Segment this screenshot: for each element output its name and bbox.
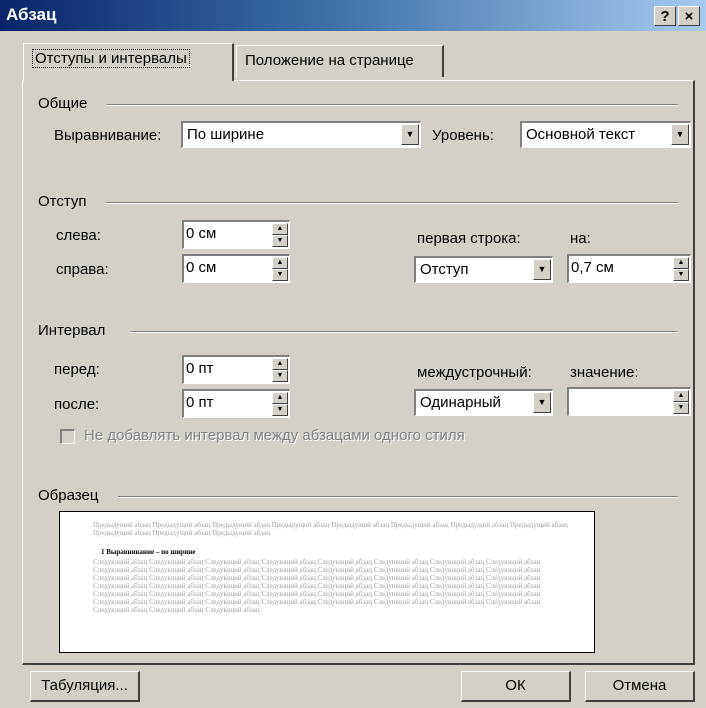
indent-right-label: справа: (56, 261, 109, 278)
title-bar: Абзац ? × (0, 0, 706, 31)
tab-indents-spacing-label: Отступы и интервалы (32, 49, 190, 68)
chevron-down-icon[interactable]: ▼ (533, 392, 551, 413)
spin-down-icon[interactable]: ▼ (272, 404, 288, 416)
level-label: Уровень: (432, 127, 494, 144)
first-line-label: первая строка: (417, 230, 521, 247)
line-spacing-select[interactable]: Одинарный ▼ (414, 389, 553, 416)
indent-divider (106, 202, 678, 204)
alignment-value: По ширине (187, 126, 265, 143)
alignment-select[interactable]: По ширине ▼ (181, 121, 421, 148)
preview-group-label: Образец (38, 487, 99, 504)
before-label: перед: (54, 361, 100, 378)
line-spacing-value: Одинарный (420, 394, 501, 411)
spin-up-icon[interactable]: ▲ (673, 390, 689, 402)
spin-up-icon[interactable]: ▲ (272, 358, 288, 370)
ok-button[interactable]: ОК (461, 671, 571, 702)
after-label: после: (54, 396, 100, 413)
first-line-value: Отступ (420, 261, 469, 278)
preview-previous-text: Предыдущий абзац Предыдущий абзац Предыд… (93, 521, 568, 537)
general-group-label: Общие (38, 95, 88, 112)
tabs-button[interactable]: Табуляция... (30, 671, 140, 702)
level-value: Основной текст (526, 126, 636, 143)
spin-up-icon[interactable]: ▲ (272, 223, 288, 235)
spacing-divider (130, 331, 678, 333)
level-select[interactable]: Основной текст ▼ (520, 121, 691, 148)
preview-next-text: Следующий абзац Следующий абзац Следующи… (93, 558, 541, 614)
indent-group-label: Отступ (38, 193, 87, 210)
spin-down-icon[interactable]: ▼ (272, 370, 288, 382)
by-spinner[interactable]: 0,7 см ▲ ▼ (567, 254, 691, 283)
spacing-group-label: Интервал (38, 322, 106, 339)
preview-divider (118, 496, 678, 498)
by-value: 0,7 см (571, 259, 614, 276)
indent-right-spinner[interactable]: 0 см ▲ ▼ (182, 254, 290, 283)
preview-box: Предыдущий абзац Предыдущий абзац Предыд… (59, 511, 595, 653)
indent-left-spinner[interactable]: 0 см ▲ ▼ (182, 220, 290, 249)
window-title: Абзац (6, 5, 57, 24)
preview-current-text: 1 Выравнивание – по ширине (101, 548, 196, 556)
spin-down-icon[interactable]: ▼ (272, 269, 288, 281)
same-style-label: Не добавлять интервал между абзацами одн… (84, 427, 465, 444)
after-spinner[interactable]: 0 пт ▲ ▼ (182, 389, 290, 418)
at-spinner[interactable]: ▲ ▼ (567, 387, 691, 416)
chevron-down-icon[interactable]: ▼ (401, 124, 419, 145)
alignment-label: Выравнивание: (54, 127, 162, 144)
chevron-down-icon[interactable]: ▼ (533, 259, 551, 280)
general-divider (107, 104, 678, 106)
after-value: 0 пт (186, 394, 214, 411)
before-value: 0 пт (186, 360, 214, 377)
tab-indents-spacing[interactable]: Отступы и интервалы (23, 43, 234, 81)
at-label: значение: (570, 364, 639, 381)
spin-down-icon[interactable]: ▼ (673, 402, 689, 414)
close-button[interactable]: × (678, 6, 700, 26)
line-spacing-label: междустрочный: (417, 364, 532, 381)
tab-line-page-breaks[interactable]: Положение на странице (236, 45, 444, 77)
indent-left-label: слева: (56, 227, 101, 244)
same-style-checkbox[interactable] (60, 429, 75, 444)
spin-down-icon[interactable]: ▼ (272, 235, 288, 247)
first-line-select[interactable]: Отступ ▼ (414, 256, 553, 283)
before-spinner[interactable]: 0 пт ▲ ▼ (182, 355, 290, 384)
spin-down-icon[interactable]: ▼ (673, 269, 689, 281)
cancel-button[interactable]: Отмена (585, 671, 695, 702)
by-label: на: (570, 230, 591, 247)
chevron-down-icon[interactable]: ▼ (671, 124, 689, 145)
indent-left-value: 0 см (186, 225, 217, 242)
spin-up-icon[interactable]: ▲ (272, 257, 288, 269)
indent-right-value: 0 см (186, 259, 217, 276)
tab-line-page-breaks-label: Положение на странице (245, 52, 414, 69)
help-button[interactable]: ? (654, 6, 676, 26)
spin-up-icon[interactable]: ▲ (673, 257, 689, 269)
spin-up-icon[interactable]: ▲ (272, 392, 288, 404)
